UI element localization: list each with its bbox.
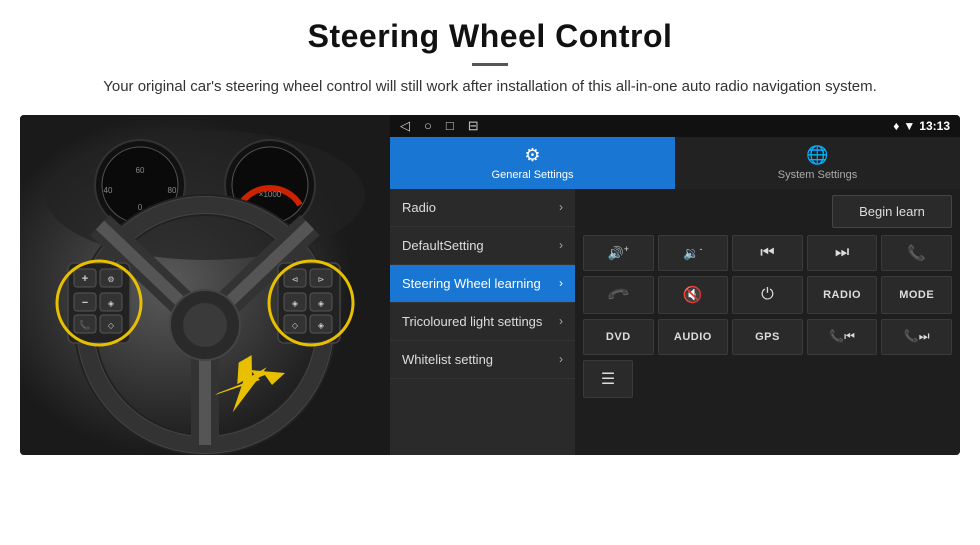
svg-text:80: 80 xyxy=(168,186,177,195)
audio-button[interactable]: AUDIO xyxy=(658,319,729,355)
audio-label: AUDIO xyxy=(674,331,712,343)
svg-text:◇: ◇ xyxy=(292,321,299,330)
phone-answer-icon: 📞 xyxy=(606,282,631,307)
menu-item-steeringwheel[interactable]: Steering Wheel learning › xyxy=(390,265,575,303)
content-area: Radio › DefaultSetting › Steering Wheel … xyxy=(390,189,960,455)
recent-icon[interactable]: □ xyxy=(446,118,454,133)
menu-icon: ☰ xyxy=(601,369,615,389)
menu-item-whitelist-label: Whitelist setting xyxy=(402,352,493,367)
radio-button[interactable]: RADIO xyxy=(807,276,878,314)
svg-text:◈: ◈ xyxy=(318,321,325,330)
prev-track-button[interactable]: ⏮ xyxy=(732,235,803,271)
svg-text:◈: ◈ xyxy=(292,299,299,308)
svg-text:60: 60 xyxy=(136,166,145,175)
menu-item-tricoloured-chevron: › xyxy=(559,314,563,328)
vol-up-button[interactable]: 🔊+ xyxy=(583,235,654,271)
header-description: Your original car's steering wheel contr… xyxy=(0,76,980,99)
vol-down-icon: 🔉- xyxy=(683,244,702,261)
controls-row-3: DVD AUDIO GPS 📞⏮ 📞⏭ xyxy=(583,319,952,355)
vol-up-icon: 🔊+ xyxy=(608,244,629,261)
svg-text:×1000: ×1000 xyxy=(259,190,282,199)
system-settings-icon: 🌐 xyxy=(806,145,828,166)
tab-system-settings[interactable]: 🌐 System Settings xyxy=(675,137,960,189)
page-title: Steering Wheel Control xyxy=(0,18,980,55)
svg-text:−: − xyxy=(82,297,88,309)
tab-general-settings[interactable]: ⚙ General Settings xyxy=(390,137,675,189)
next-track-button[interactable]: ⏭ xyxy=(807,235,878,271)
prev-track-icon: ⏮ xyxy=(760,244,774,262)
power-button[interactable]: ⏻ xyxy=(732,276,803,314)
phone-hangup-icon: 📞 xyxy=(907,244,926,262)
svg-text:◈: ◈ xyxy=(108,299,115,308)
left-menu: Radio › DefaultSetting › Steering Wheel … xyxy=(390,189,575,455)
controls-row-4: ☰ xyxy=(583,360,952,398)
status-bar: ◁ ○ □ ⊟ ♦ ▼ 13:13 xyxy=(390,115,960,137)
svg-text:📞: 📞 xyxy=(79,319,91,330)
menu-item-whitelist[interactable]: Whitelist setting › xyxy=(390,341,575,379)
mute-icon: 🔇 xyxy=(683,285,703,305)
menu-item-tricoloured-label: Tricoloured light settings xyxy=(402,314,542,329)
svg-text:◈: ◈ xyxy=(318,299,325,308)
header: Steering Wheel Control Your original car… xyxy=(0,0,980,105)
menu-item-radio-chevron: › xyxy=(559,200,563,214)
mode-label: MODE xyxy=(899,289,934,301)
status-bar-left: ◁ ○ □ ⊟ xyxy=(400,118,479,134)
menu-item-defaultsetting[interactable]: DefaultSetting › xyxy=(390,227,575,265)
general-settings-icon: ⚙ xyxy=(524,145,540,166)
steering-wheel-section: 60 0 40 80 ×1000 xyxy=(20,115,390,455)
tel-next-icon: 📞⏭ xyxy=(904,329,930,344)
phone-hangup-button[interactable]: 📞 xyxy=(881,235,952,271)
begin-learn-button[interactable]: Begin learn xyxy=(832,195,952,228)
tab-general-label: General Settings xyxy=(492,169,574,181)
main-content: 60 0 40 80 ×1000 xyxy=(20,115,960,455)
gps-label: GPS xyxy=(755,331,780,343)
controls-row-1: 🔊+ 🔉- ⏮ ⏭ 📞 xyxy=(583,235,952,271)
menu-item-radio[interactable]: Radio › xyxy=(390,189,575,227)
screencast-icon[interactable]: ⊟ xyxy=(468,118,479,134)
svg-text:⊳: ⊳ xyxy=(318,275,325,284)
svg-text:40: 40 xyxy=(104,186,113,195)
radio-label: RADIO xyxy=(823,289,861,301)
gps-button[interactable]: GPS xyxy=(732,319,803,355)
time-display: 13:13 xyxy=(919,119,950,133)
status-bar-right: ♦ ▼ 13:13 xyxy=(893,119,950,133)
power-icon: ⏻ xyxy=(761,286,774,304)
header-divider xyxy=(472,63,508,66)
back-icon[interactable]: ◁ xyxy=(400,118,410,134)
location-icon: ♦ xyxy=(893,119,899,133)
tel-next-button[interactable]: 📞⏭ xyxy=(881,319,952,355)
svg-text:◇: ◇ xyxy=(108,321,115,330)
dvd-button[interactable]: DVD xyxy=(583,319,654,355)
svg-text:⚙: ⚙ xyxy=(107,275,114,284)
svg-text:⊲: ⊲ xyxy=(292,275,299,284)
headunit-section: ◁ ○ □ ⊟ ♦ ▼ 13:13 ⚙ General Settings xyxy=(390,115,960,455)
mode-button[interactable]: MODE xyxy=(881,276,952,314)
tel-prev-button[interactable]: 📞⏮ xyxy=(807,319,878,355)
controls-row-2: 📞 🔇 ⏻ RADIO MODE xyxy=(583,276,952,314)
menu-item-steeringwheel-label: Steering Wheel learning xyxy=(402,276,541,291)
wifi-icon: ▼ xyxy=(903,119,915,133)
svg-text:+: + xyxy=(82,273,88,285)
page-wrapper: Steering Wheel Control Your original car… xyxy=(0,0,980,455)
vol-down-button[interactable]: 🔉- xyxy=(658,235,729,271)
phone-answer-button[interactable]: 📞 xyxy=(583,276,654,314)
menu-item-radio-label: Radio xyxy=(402,200,436,215)
tel-prev-icon: 📞⏮ xyxy=(829,329,855,344)
menu-item-defaultsetting-chevron: › xyxy=(559,238,563,252)
tab-bar: ⚙ General Settings 🌐 System Settings xyxy=(390,137,960,189)
begin-learn-row: Begin learn xyxy=(583,195,952,228)
next-track-icon: ⏭ xyxy=(835,244,849,262)
dvd-label: DVD xyxy=(606,331,631,343)
tab-system-label: System Settings xyxy=(778,169,857,181)
menu-item-defaultsetting-label: DefaultSetting xyxy=(402,238,484,253)
right-panel: Begin learn 🔊+ 🔉- ⏮ xyxy=(575,189,960,455)
menu-item-whitelist-chevron: › xyxy=(559,352,563,366)
menu-item-steeringwheel-chevron: › xyxy=(559,276,563,290)
menu-item-tricoloured[interactable]: Tricoloured light settings › xyxy=(390,303,575,341)
menu-button[interactable]: ☰ xyxy=(583,360,633,398)
home-icon[interactable]: ○ xyxy=(424,118,432,133)
mute-button[interactable]: 🔇 xyxy=(658,276,729,314)
